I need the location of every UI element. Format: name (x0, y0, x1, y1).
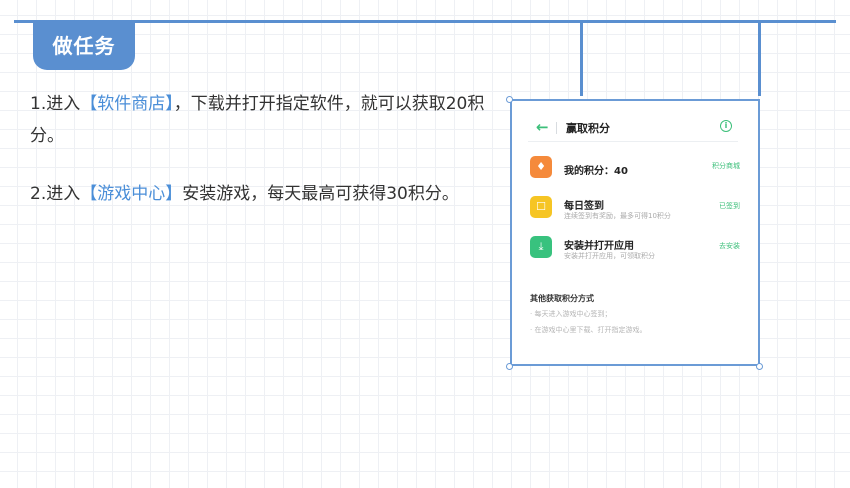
other-method-item: · 在游戏中心里下载、打开指定游戏。 (530, 326, 647, 334)
instruction-1: 1.进入【软件商店】，下载并打开指定软件，就可以获取20积分。 (30, 88, 500, 152)
install-title: 安装并打开应用 (564, 241, 634, 252)
other-methods-title: 其他获取积分方式 (530, 294, 594, 303)
checkin-subtitle: 连续签到有奖励，最多可得10积分 (564, 212, 671, 220)
checkin-status[interactable]: 已签到 (719, 201, 740, 211)
checkin-title: 每日签到 (564, 201, 604, 212)
install-button[interactable]: 去安装 (719, 241, 740, 251)
install-subtitle: 安装并打开应用，可领取积分 (564, 252, 655, 260)
instruction-2-suffix: 安装游戏，每天最高可获得30积分。 (182, 184, 459, 204)
points-mall-link[interactable]: 积分商城 (712, 161, 740, 171)
top-divider-line (14, 20, 836, 23)
install-row: ⤓ 安装并打开应用 安装并打开应用，可领取积分 去安装 (530, 235, 744, 261)
checkin-icon: ☐ (530, 196, 552, 218)
header-divider (556, 122, 557, 134)
instruction-2-prefix: 2.进入 (30, 184, 81, 204)
resize-handle-bottom-left[interactable] (506, 363, 513, 370)
earn-points-screenshot: ← 赢取积分 i ♦ 我的积分：40 积分商城 ☐ 每日签到 连续签到有奖励，最… (510, 99, 760, 366)
hanging-line-left (580, 23, 583, 96)
gem-icon: ♦ (530, 156, 552, 178)
resize-handle-top-left[interactable] (506, 96, 513, 103)
points-row: ♦ 我的积分：40 积分商城 (530, 155, 744, 181)
checkin-row: ☐ 每日签到 连续签到有奖励，最多可得10积分 已签到 (530, 195, 744, 221)
other-method-item: · 每天进入游戏中心签到； (530, 310, 612, 318)
download-icon: ⤓ (530, 236, 552, 258)
resize-handle-bottom-right[interactable] (756, 363, 763, 370)
section-badge: 做任务 (33, 22, 135, 70)
info-icon[interactable]: i (720, 120, 732, 132)
app-title: 赢取积分 (566, 122, 610, 135)
instruction-2: 2.进入【游戏中心】安装游戏，每天最高可获得30积分。 (30, 178, 500, 210)
app-header: ← 赢取积分 i (528, 117, 738, 142)
points-title: 我的积分：40 (564, 166, 628, 177)
instruction-1-prefix: 1.进入 (30, 94, 81, 114)
software-store-link[interactable]: 【软件商店】 (80, 94, 174, 114)
back-arrow-icon[interactable]: ← (536, 118, 549, 136)
hanging-line-right (758, 23, 761, 96)
game-center-link[interactable]: 【游戏中心】 (80, 184, 182, 204)
